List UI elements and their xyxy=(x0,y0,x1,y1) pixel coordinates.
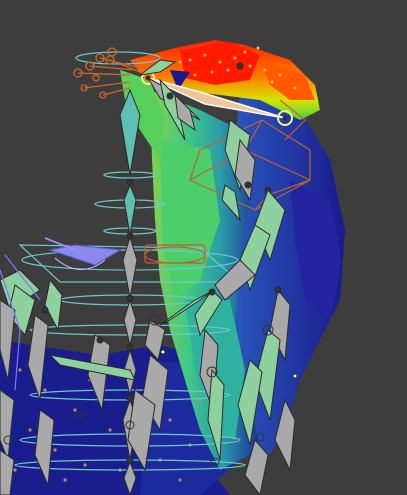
scene-render xyxy=(0,40,345,495)
3d-viewport[interactable] xyxy=(0,0,407,495)
pole-target xyxy=(44,237,122,270)
